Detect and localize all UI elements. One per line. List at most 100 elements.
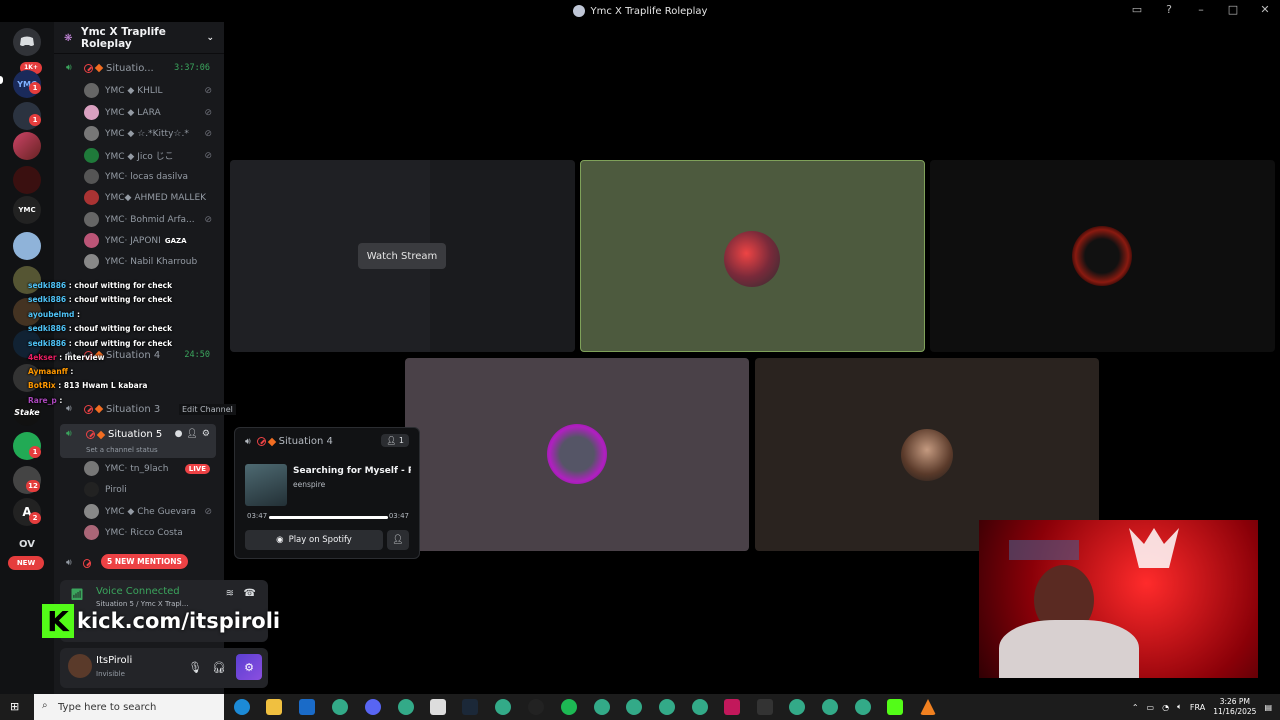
server-pill bbox=[0, 76, 3, 84]
app-icon[interactable] bbox=[757, 699, 773, 715]
outlook-icon[interactable] bbox=[299, 699, 315, 715]
avatar bbox=[84, 233, 99, 248]
participant-tile[interactable] bbox=[930, 160, 1275, 352]
chrome-icon[interactable] bbox=[626, 699, 642, 715]
user-name: YMC ◆ ☆.*Kitty☆.* bbox=[105, 128, 189, 139]
voice-user[interactable]: YMC⋅ tn_9lach LIVE bbox=[84, 459, 216, 478]
voice-user[interactable]: YMC⋅ Nabil Kharroub bbox=[84, 252, 216, 271]
minimize-button[interactable]: – bbox=[1194, 3, 1208, 16]
spotify-icon[interactable] bbox=[561, 699, 577, 715]
chrome-icon[interactable] bbox=[692, 699, 708, 715]
voice-user[interactable]: YMC⋅ Ricco Costa bbox=[84, 523, 216, 542]
add-friend-icon[interactable]: 👤︎ bbox=[387, 530, 409, 550]
user-status: Invisible bbox=[96, 670, 125, 678]
chat-message: sedki886 : chouf witting for check bbox=[28, 339, 172, 348]
voice-channel-situation-3[interactable]: 🔊︎ Situation 3 Edit Channel bbox=[60, 399, 236, 419]
edge-icon[interactable] bbox=[234, 699, 250, 715]
windows-start-icon[interactable]: ⊞ bbox=[10, 700, 19, 713]
chrome-icon[interactable] bbox=[659, 699, 675, 715]
voice-user[interactable]: YMC ◆ Jico じこ ⊘ bbox=[84, 146, 216, 165]
spotify-icon: ◉ bbox=[276, 535, 284, 545]
clock[interactable]: 3:26 PM 11/16/2025 bbox=[1213, 697, 1256, 717]
chat-message: sedki886 : chouf witting for check bbox=[28, 295, 172, 304]
chrome-icon[interactable] bbox=[398, 699, 414, 715]
server-icon-ymc-roleplay[interactable]: YMC bbox=[13, 196, 41, 224]
voice-user[interactable]: YMC◆ AHMED MALLEK bbox=[84, 188, 216, 207]
app-icon[interactable] bbox=[724, 699, 740, 715]
vlc-icon[interactable] bbox=[920, 699, 936, 715]
file-icon[interactable] bbox=[430, 699, 446, 715]
server-header[interactable]: ❋ Ymc X Traplife Roleplay ⌄ bbox=[54, 22, 224, 54]
play-on-spotify-button[interactable]: ◉ Play on Spotify bbox=[245, 530, 383, 550]
avatar bbox=[84, 105, 99, 120]
voice-status[interactable]: Voice Connected bbox=[96, 586, 180, 597]
chat-text: : bbox=[77, 310, 81, 319]
help-icon[interactable]: ? bbox=[1162, 3, 1176, 16]
settings-gear-icon[interactable]: ⚙ bbox=[236, 654, 262, 680]
chrome-icon[interactable] bbox=[332, 699, 348, 715]
network-icon[interactable]: ◔ bbox=[1162, 703, 1169, 712]
battery-icon[interactable]: ▭ bbox=[1147, 703, 1155, 712]
voice-user[interactable]: Piroli bbox=[84, 480, 216, 499]
microphone-icon[interactable]: 🎙︎ bbox=[188, 661, 202, 674]
participant-tile[interactable] bbox=[405, 358, 749, 551]
home-button[interactable] bbox=[13, 28, 41, 56]
kick-icon[interactable] bbox=[887, 699, 903, 715]
webcam-overlay bbox=[979, 520, 1258, 678]
disconnect-icon[interactable]: ☎︎ bbox=[244, 588, 256, 599]
neon-logo-icon bbox=[1129, 528, 1179, 568]
watch-stream-button[interactable]: Watch Stream bbox=[358, 243, 446, 269]
maximize-button[interactable]: □ bbox=[1226, 3, 1240, 16]
language-indicator[interactable]: FRA bbox=[1190, 703, 1205, 712]
file-explorer-icon[interactable] bbox=[266, 699, 282, 715]
chrome-icon[interactable] bbox=[789, 699, 805, 715]
clock-date: 11/16/2025 bbox=[1213, 707, 1257, 716]
gear-icon[interactable]: ⚙ bbox=[202, 429, 210, 439]
voice-user[interactable]: YMC ◆ LARA ⊘ bbox=[84, 103, 216, 122]
chrome-icon[interactable] bbox=[855, 699, 871, 715]
invite-icon[interactable]: 👤︎ bbox=[186, 429, 197, 439]
chat-icon[interactable]: ● bbox=[175, 429, 183, 439]
voice-channel-collapsed[interactable]: 🔊︎ bbox=[54, 553, 94, 573]
chevron-up-icon[interactable]: ⌃ bbox=[1132, 703, 1139, 712]
inbox-icon[interactable]: ▭ bbox=[1130, 3, 1144, 16]
chrome-icon[interactable] bbox=[594, 699, 610, 715]
discord-icon[interactable] bbox=[365, 699, 381, 715]
voice-user[interactable]: YMC⋅ locas dasilva bbox=[84, 167, 216, 186]
taskbar-search[interactable]: ⌕ Type here to search bbox=[34, 694, 224, 720]
new-mentions-button[interactable]: 5 NEW MENTIONS bbox=[101, 554, 188, 569]
notification-icon[interactable]: ▤ bbox=[1264, 703, 1272, 712]
server-icon[interactable] bbox=[13, 232, 41, 260]
headphones-icon[interactable]: 🎧︎ bbox=[212, 661, 226, 674]
chat-message: ayoubelmd : bbox=[28, 310, 80, 319]
chat-text: : chouf witting for check bbox=[68, 324, 173, 333]
obs-icon[interactable] bbox=[528, 699, 544, 715]
chat-text: : chouf witting for check bbox=[68, 339, 173, 348]
voice-user[interactable]: YMC⋅ Bohmid Arfa... ⊘ bbox=[84, 210, 216, 229]
close-button[interactable]: ✕ bbox=[1258, 3, 1272, 16]
voice-user[interactable]: YMC ◆ Che Guevara ⊘ bbox=[84, 502, 216, 521]
voice-user[interactable]: YMC ◆ KHLIL ⊘ bbox=[84, 81, 216, 100]
volume-icon[interactable]: 🔈︎ bbox=[1177, 702, 1182, 712]
avatar bbox=[84, 169, 99, 184]
avatar[interactable] bbox=[68, 654, 92, 678]
noise-suppression-icon[interactable]: ≋ bbox=[226, 588, 234, 599]
server-icon[interactable] bbox=[13, 132, 41, 160]
server-icon[interactable] bbox=[13, 166, 41, 194]
chat-user: sedki886 bbox=[28, 324, 67, 333]
server-icon-ov[interactable]: OV bbox=[13, 530, 41, 558]
chat-user: 4ekser bbox=[28, 353, 57, 362]
chevron-down-icon[interactable]: ⌄ bbox=[206, 33, 214, 43]
voice-channel-situation-5[interactable]: 🔊︎ Situation 5 Set a channel status ● 👤︎… bbox=[60, 424, 216, 458]
chrome-icon[interactable] bbox=[495, 699, 511, 715]
voice-user[interactable]: YMC⋅ JAPONI GAZA bbox=[84, 231, 216, 250]
album-art bbox=[245, 464, 287, 506]
voice-user[interactable]: YMC ◆ ☆.*Kitty☆.* ⊘ bbox=[84, 124, 216, 143]
steam-icon[interactable] bbox=[462, 699, 478, 715]
voice-channel-situation[interactable]: 🔊︎ Situatio... 3:37:06 bbox=[60, 58, 216, 78]
search-icon: ⌕ bbox=[42, 700, 48, 711]
channel-status-input[interactable]: Set a channel status bbox=[86, 446, 158, 454]
chrome-icon[interactable] bbox=[822, 699, 838, 715]
participant-tile-speaking[interactable] bbox=[580, 160, 925, 352]
user-name: YMC ◆ Che Guevara bbox=[105, 506, 196, 517]
